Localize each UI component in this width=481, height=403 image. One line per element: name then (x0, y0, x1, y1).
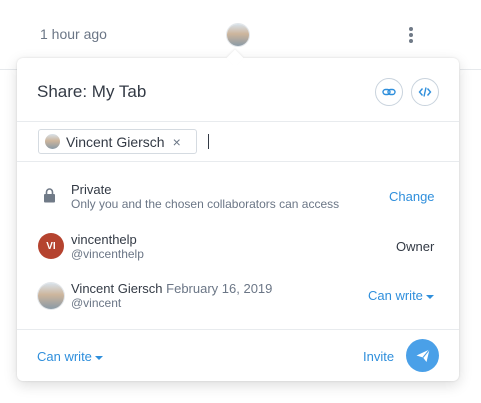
permission-dropdown-label: Can write (37, 349, 92, 364)
timestamp: 1 hour ago (40, 26, 107, 42)
chevron-down-icon (425, 294, 434, 299)
collaborator-handle: @vincenthelp (71, 247, 144, 261)
link-icon (382, 88, 396, 96)
send-icon (416, 348, 430, 362)
copy-link-button[interactable] (375, 78, 403, 106)
embed-button[interactable] (411, 78, 439, 106)
invite-label[interactable]: Invite (363, 349, 394, 364)
more-options-icon[interactable] (404, 24, 418, 46)
chevron-down-icon (94, 355, 103, 360)
collaborator-name: vincenthelp (71, 232, 137, 247)
privacy-title: Private (71, 182, 112, 197)
avatar (38, 283, 64, 309)
collaborator-chip: Vincent Giersch × (38, 129, 197, 154)
chip-avatar (45, 134, 60, 149)
user-avatar[interactable] (227, 24, 249, 46)
collaborator-name-row: Vincent Giersch February 16, 2019 (71, 281, 272, 296)
divider (0, 69, 18, 70)
collaborator-handle: @vincent (71, 296, 122, 310)
close-icon[interactable]: × (173, 135, 181, 149)
share-header: Share: My Tab (17, 58, 459, 121)
lock-icon (44, 188, 55, 203)
share-popover: Share: My Tab Vincent Giersch × Private … (17, 49, 459, 381)
code-icon (418, 87, 432, 97)
share-title: Share: My Tab (37, 82, 147, 101)
divider (17, 121, 459, 122)
role-dropdown-label: Can write (368, 288, 423, 303)
invite-input-cursor[interactable] (208, 134, 209, 149)
invite-button[interactable] (406, 339, 439, 372)
permission-dropdown[interactable]: Can write (37, 349, 103, 364)
avatar: VI (38, 233, 64, 259)
role-dropdown[interactable]: Can write (368, 288, 434, 303)
collaborator-date: February 16, 2019 (166, 281, 273, 296)
divider (17, 161, 459, 162)
change-privacy-link[interactable]: Change (389, 189, 435, 204)
divider (17, 329, 459, 330)
chip-label: Vincent Giersch (66, 133, 165, 150)
privacy-description: Only you and the chosen collaborators ca… (71, 197, 340, 211)
divider (460, 69, 481, 70)
role-label: Owner (396, 239, 435, 254)
collaborator-name: Vincent Giersch (71, 281, 163, 296)
